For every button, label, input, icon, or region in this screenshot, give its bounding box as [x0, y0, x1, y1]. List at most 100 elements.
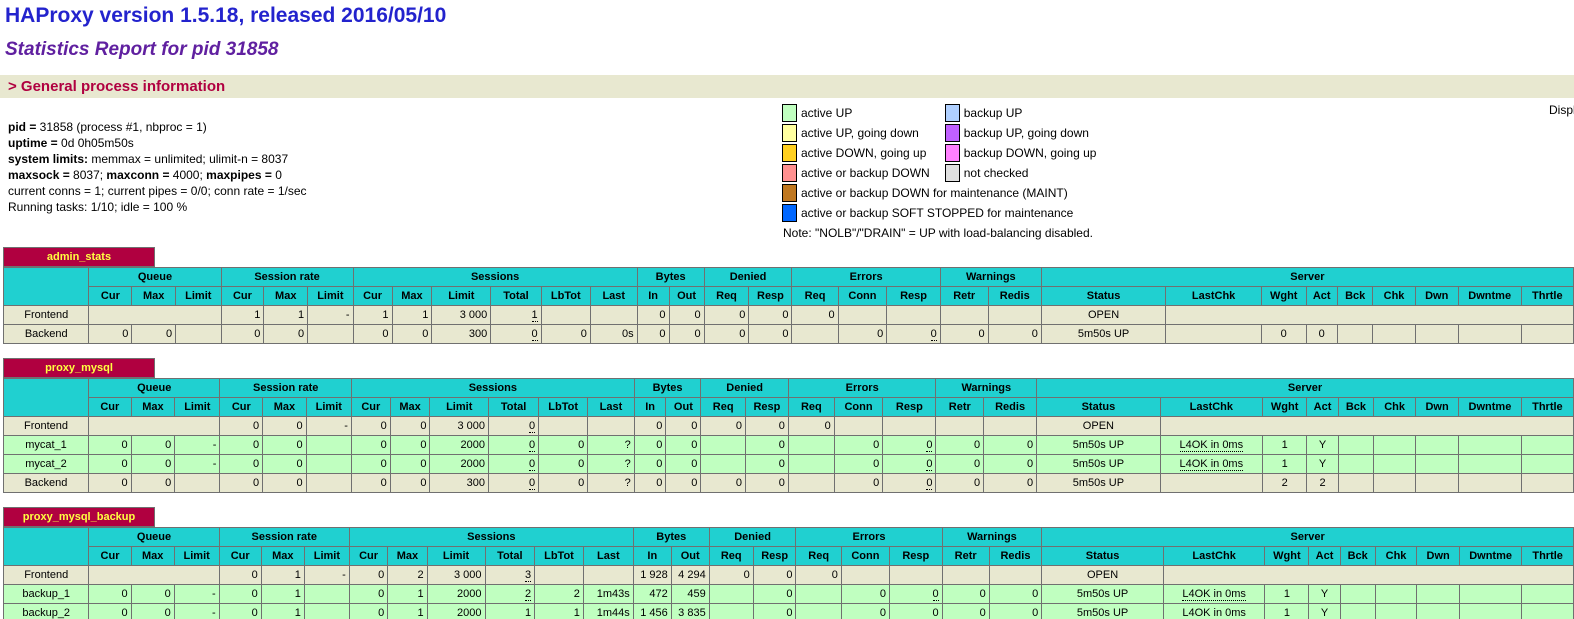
- legend-label: backup UP: [961, 104, 1111, 122]
- stat-cell: 3: [485, 566, 535, 585]
- stat-cell: [788, 436, 834, 455]
- stat-cell: 0: [390, 455, 430, 474]
- row-name-link-mycat-1[interactable]: mycat_1: [25, 439, 67, 451]
- proxy-tab-proxy-mysql: proxy_mysql: [3, 358, 155, 378]
- stat-cell: [176, 325, 221, 344]
- proxy-name-link-admin-stats[interactable]: admin_stats: [47, 251, 111, 263]
- section-header-general-process-information: > General process information: [0, 75, 1574, 98]
- column-header-resp: Resp: [749, 287, 792, 306]
- column-header-redis: Redis: [984, 398, 1037, 417]
- stat-cell: 1: [221, 306, 264, 325]
- stat-cell: [1521, 325, 1573, 344]
- legend-table: active UP backup UP active UP, going dow…: [781, 102, 1111, 224]
- stat-cell: 1: [1262, 436, 1306, 455]
- column-header-thrtle: Thrtle: [1521, 287, 1573, 306]
- proxy-name-link-proxy-mysql-backup[interactable]: proxy_mysql_backup: [23, 511, 136, 523]
- column-header-dwn: Dwn: [1417, 547, 1460, 566]
- corner-header: [4, 528, 89, 566]
- column-header-out: Out: [666, 398, 701, 417]
- proxy-tables: admin_stats QueueSession rateSessionsByte…: [0, 247, 1574, 619]
- row-name-cell: backup_1: [4, 585, 89, 604]
- stat-cell: 0: [390, 417, 430, 436]
- stat-cell: 0: [936, 474, 984, 493]
- stat-cell: 0: [745, 417, 788, 436]
- column-header-max: Max: [131, 398, 175, 417]
- stat-cell: L4OK in 0ms: [1163, 604, 1264, 619]
- row-name-link-mycat-2[interactable]: mycat_2: [25, 458, 67, 470]
- column-header-cur: Cur: [353, 287, 392, 306]
- column-header-limit: Limit: [308, 287, 353, 306]
- stat-cell: 459: [671, 585, 709, 604]
- column-header-wght: Wght: [1262, 398, 1306, 417]
- stat-cell: 2: [1307, 474, 1338, 493]
- column-header-lbtot: LbTot: [535, 547, 584, 566]
- stat-cell: 1: [1265, 585, 1309, 604]
- stat-cell: 0: [220, 417, 263, 436]
- column-group-session-rate: Session rate: [220, 379, 351, 398]
- stat-cell: 0: [89, 455, 132, 474]
- column-header-thrtle: Thrtle: [1522, 547, 1574, 566]
- stat-cell: 0: [89, 474, 132, 493]
- stat-cell: -: [175, 436, 220, 455]
- row-name-link-backend[interactable]: Backend: [25, 328, 68, 340]
- stat-cell: 0: [634, 474, 666, 493]
- stat-cell: 1: [264, 306, 308, 325]
- row-name-link-backup-2[interactable]: backup_2: [22, 607, 70, 619]
- underlined-value: 0: [529, 439, 535, 452]
- stat-cell: 5m50s UP: [1042, 604, 1164, 619]
- row-name-link-backup-1[interactable]: backup_1: [22, 588, 70, 600]
- stat-cell: 0: [942, 604, 989, 619]
- column-header-redis: Redis: [988, 287, 1041, 306]
- legend-swatch-backup-down-going-up: [945, 144, 960, 162]
- stat-cell: 1: [535, 604, 584, 619]
- column-header-out: Out: [671, 547, 709, 566]
- stat-cell: [1417, 604, 1460, 619]
- haproxy-stats-page: HAProxy version 1.5.18, released 2016/05…: [0, 0, 1574, 619]
- row-name-link-backend[interactable]: Backend: [25, 477, 68, 489]
- process-info-line: Running tasks: 1/10; idle = 100 %: [8, 199, 781, 215]
- row-name-link-frontend[interactable]: Frontend: [24, 309, 68, 321]
- column-group-sessions: Sessions: [353, 268, 637, 287]
- column-header-act: Act: [1309, 547, 1340, 566]
- stat-cell: OPEN: [1037, 417, 1161, 436]
- stat-cell: [539, 417, 588, 436]
- haproxy-version-link[interactable]: HAProxy version 1.5.18, released 2016/05…: [5, 4, 446, 27]
- column-header-dwn: Dwn: [1415, 287, 1458, 306]
- table-row-proxy-mysql-mycat-1: mycat_100-0000200000?00000005m50s UPL4OK…: [4, 436, 1574, 455]
- column-group-denied: Denied: [704, 268, 792, 287]
- stat-cell: 1: [261, 604, 304, 619]
- stat-cell: [1338, 455, 1373, 474]
- column-header-dwntme: Dwntme: [1459, 547, 1521, 566]
- stat-cell: ?: [588, 455, 635, 474]
- row-name-link-frontend[interactable]: Frontend: [24, 569, 68, 581]
- stat-cell: 0: [669, 306, 704, 325]
- column-group-warnings: Warnings: [942, 528, 1042, 547]
- proxy-name-link-proxy-mysql[interactable]: proxy_mysql: [45, 362, 113, 374]
- stat-cell: [984, 417, 1037, 436]
- column-group-warnings: Warnings: [936, 379, 1037, 398]
- stat-cell: [89, 417, 220, 436]
- stat-cell: 0: [220, 474, 263, 493]
- column-header-limit: Limit: [304, 547, 349, 566]
- column-header-last: Last: [588, 398, 635, 417]
- stat-cell: 0: [669, 325, 704, 344]
- stat-cell: 0: [841, 604, 889, 619]
- column-group-errors: Errors: [796, 528, 942, 547]
- stat-cell: 0: [263, 474, 307, 493]
- stat-cell: Y: [1309, 585, 1340, 604]
- stats-table-proxy-mysql: QueueSession rateSessionsBytesDeniedErro…: [3, 378, 1574, 493]
- stat-cell: [796, 585, 841, 604]
- stat-cell: 0: [489, 474, 539, 493]
- stat-cell: 1: [1262, 455, 1306, 474]
- stat-cell: [1416, 436, 1459, 455]
- stat-cell: 5m50s UP: [1037, 436, 1161, 455]
- corner-header: [4, 379, 89, 417]
- process-info-line: uptime = 0d 0h05m50s: [8, 135, 781, 151]
- stat-cell: [304, 585, 349, 604]
- row-name-link-frontend[interactable]: Frontend: [24, 420, 68, 432]
- stat-cell: 3 835: [671, 604, 709, 619]
- stat-cell: 0: [541, 325, 590, 344]
- column-header-max: Max: [388, 547, 427, 566]
- row-name-cell: Frontend: [4, 417, 89, 436]
- stat-cell: 1: [392, 306, 432, 325]
